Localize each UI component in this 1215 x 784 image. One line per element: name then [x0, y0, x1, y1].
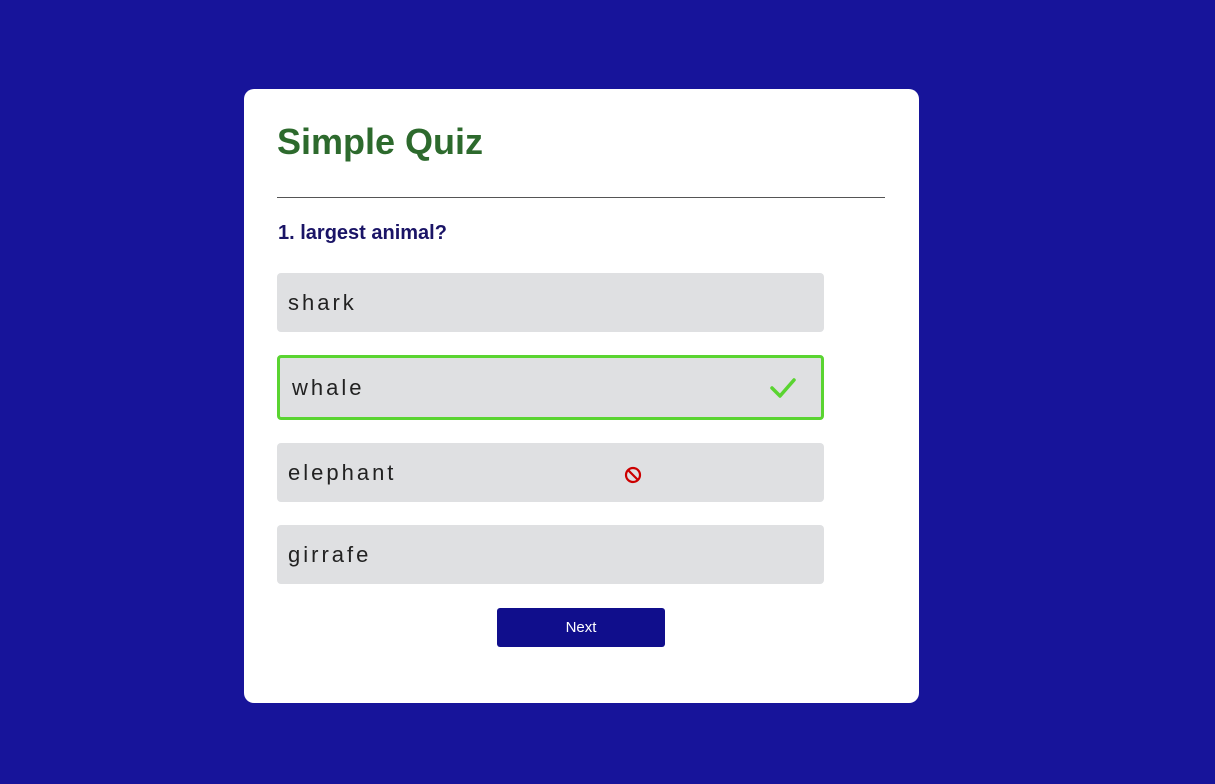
check-icon — [770, 378, 796, 398]
answer-option-elephant[interactable]: elephant — [277, 443, 824, 502]
answer-label: whale — [292, 374, 365, 400]
answer-label: girrafe — [288, 541, 372, 567]
answer-label: elephant — [288, 459, 397, 485]
block-icon — [624, 466, 642, 484]
answer-option-girrafe[interactable]: girrafe — [277, 525, 824, 584]
quiz-card: Simple Quiz 1. largest animal? shark wha… — [244, 89, 919, 703]
answer-option-shark[interactable]: shark — [277, 273, 824, 332]
answer-option-whale[interactable]: whale — [277, 355, 824, 420]
answer-label: shark — [288, 289, 357, 315]
quiz-title: Simple Quiz — [277, 121, 484, 162]
next-button[interactable]: Next — [497, 608, 665, 647]
divider — [277, 197, 885, 198]
question-text: 1. largest animal? — [278, 222, 447, 244]
